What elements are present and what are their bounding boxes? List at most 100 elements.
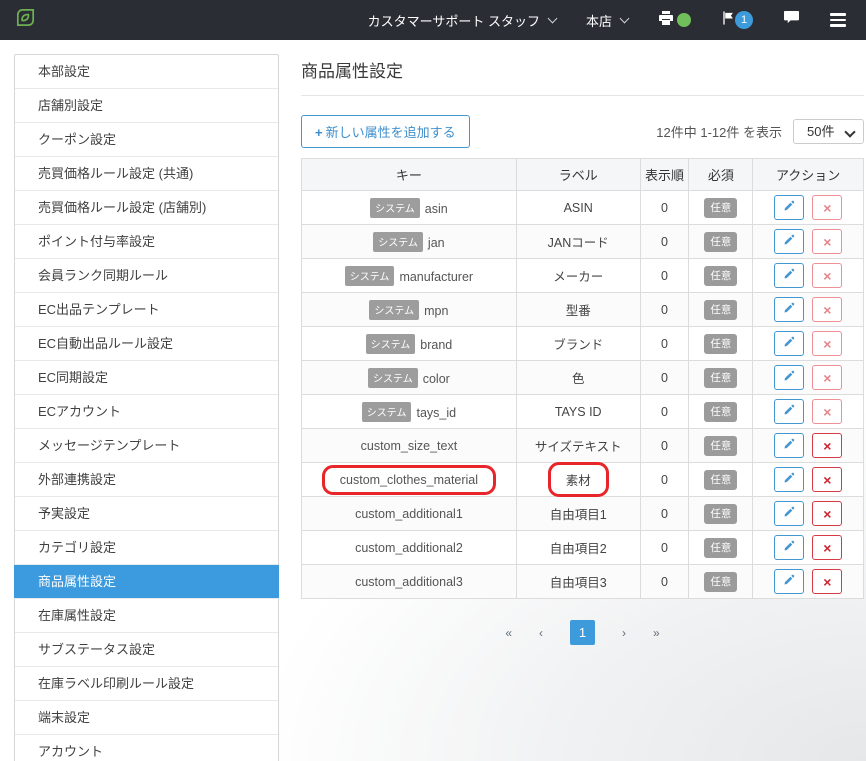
required-badge: 任意 [704, 571, 738, 592]
label-wrap: ブランド [553, 338, 604, 352]
pagination-first[interactable]: « [505, 626, 512, 640]
order-cell: 0 [639, 462, 690, 497]
delete-button[interactable]: × [812, 331, 843, 356]
actions-cell: × [752, 428, 864, 463]
sidebar-item[interactable]: 売買価格ルール設定 (店舗別) [15, 191, 278, 225]
key-cell: custom_additional2 [301, 530, 517, 565]
actions-cell: × [752, 496, 864, 531]
sidebar-item[interactable]: EC同期設定 [15, 361, 278, 395]
delete-button[interactable]: × [812, 229, 843, 254]
key-wrap: custom_additional3 [355, 575, 463, 589]
flag-icon [721, 10, 736, 31]
sidebar-item[interactable]: ポイント付与率設定 [15, 225, 278, 259]
page-title: 商品属性設定 [301, 62, 403, 81]
delete-button[interactable]: × [812, 535, 843, 560]
edit-button[interactable] [773, 297, 804, 322]
sidebar-item[interactable]: 会員ランク同期ルール [15, 259, 278, 293]
sidebar-item[interactable]: 在庫属性設定 [15, 599, 278, 633]
key-text: jan [427, 236, 445, 250]
sidebar-item[interactable]: EC自動出品ルール設定 [15, 327, 278, 361]
hamburger-icon[interactable] [830, 13, 846, 27]
delete-button[interactable]: × [812, 297, 843, 322]
delete-button[interactable]: × [812, 399, 843, 424]
edit-button[interactable] [773, 399, 804, 424]
flag-notifications[interactable]: 1 [721, 10, 753, 31]
key-cell: システム manufacturer [301, 258, 517, 293]
delete-button[interactable]: × [812, 569, 843, 594]
sidebar-item[interactable]: クーポン設定 [15, 123, 278, 157]
sidebar-item[interactable]: 商品属性設定 [14, 565, 279, 599]
toolbar: + 新しい属性を追加する 12件中 1-12件 を表示 50件 [301, 115, 864, 148]
sidebar-item[interactable]: 本部設定 [15, 55, 278, 89]
delete-button[interactable]: × [812, 433, 843, 458]
col-header-order: 表示順 [639, 158, 690, 191]
table-row: システム jan JANコード 0 任意 × [301, 224, 864, 259]
required-cell: 任意 [688, 564, 754, 599]
table-row: custom_size_text サイズテキスト 0 任意 × [301, 428, 864, 463]
sidebar-item[interactable]: 予実設定 [15, 497, 278, 531]
user-menu[interactable]: カスタマーサポート スタッフ [368, 11, 558, 30]
pagination-prev[interactable]: ‹ [539, 626, 543, 640]
key-cell: custom_size_text [301, 428, 517, 463]
system-badge: システム [370, 197, 420, 218]
delete-button[interactable]: × [812, 263, 843, 288]
delete-button[interactable]: × [812, 195, 843, 220]
x-icon: × [823, 301, 832, 318]
sidebar-item[interactable]: 店舗別設定 [15, 89, 278, 123]
edit-button[interactable] [773, 467, 804, 492]
delete-button[interactable]: × [812, 365, 843, 390]
required-badge: 任意 [704, 537, 738, 558]
edit-button[interactable] [773, 365, 804, 390]
print-status[interactable] [658, 10, 691, 31]
edit-button[interactable] [773, 229, 804, 254]
order-cell: 0 [639, 428, 690, 463]
order-cell: 0 [639, 394, 690, 429]
edit-button[interactable] [773, 331, 804, 356]
sidebar-item[interactable]: 外部連携設定 [15, 463, 278, 497]
key-text: mpn [424, 304, 449, 318]
pagination-next[interactable]: › [622, 626, 626, 640]
page-size-select[interactable]: 50件 [793, 119, 864, 144]
pagination-current-page[interactable]: 1 [570, 620, 595, 645]
pagination-last[interactable]: » [653, 626, 660, 640]
pencil-icon [783, 506, 795, 521]
add-attribute-button[interactable]: + 新しい属性を追加する [301, 115, 470, 148]
edit-button[interactable] [773, 195, 804, 220]
sidebar-item[interactable]: 端末設定 [15, 701, 278, 735]
delete-button[interactable]: × [812, 501, 843, 526]
key-text: brand [420, 338, 453, 352]
label-wrap: 自由項目2 [549, 542, 607, 556]
sidebar-item[interactable]: ECアカウント [15, 395, 278, 429]
required-badge: 任意 [704, 401, 738, 422]
table-header-row: キー ラベル 表示順 必須 アクション [301, 158, 864, 191]
chat-icon[interactable] [783, 10, 800, 30]
app-root: カスタマーサポート スタッフ 本店 1 本部設定 店舗別設定 クーポン設定 売買… [0, 0, 866, 761]
edit-button[interactable] [773, 501, 804, 526]
sidebar-item[interactable]: メッセージテンプレート [15, 429, 278, 463]
key-wrap: システム jan [373, 231, 445, 252]
sidebar-item[interactable]: EC出品テンプレート [15, 293, 278, 327]
actions-cell: × [752, 258, 864, 293]
required-badge: 任意 [704, 435, 738, 456]
add-attribute-label: 新しい属性を追加する [325, 125, 456, 140]
col-header-label: ラベル [515, 158, 641, 191]
label-cell: 型番 [515, 292, 641, 327]
result-summary: 12件中 1-12件 を表示 [656, 125, 782, 140]
sidebar-item[interactable]: サブステータス設定 [15, 633, 278, 667]
edit-button[interactable] [773, 433, 804, 458]
label-wrap: 型番 [565, 304, 591, 318]
delete-button[interactable]: × [812, 467, 843, 492]
edit-button[interactable] [773, 263, 804, 288]
edit-button[interactable] [773, 569, 804, 594]
table-row: custom_additional1 自由項目1 0 任意 × [301, 496, 864, 531]
store-menu[interactable]: 本店 [586, 11, 630, 30]
system-badge: システム [373, 231, 423, 252]
key-text: custom_additional2 [355, 540, 463, 555]
sidebar-item[interactable]: カテゴリ設定 [15, 531, 278, 565]
edit-button[interactable] [773, 535, 804, 560]
sidebar-item[interactable]: 売買価格ルール設定 (共通) [15, 157, 278, 191]
sidebar-item[interactable]: 在庫ラベル印刷ルール設定 [15, 667, 278, 701]
content-layout: 本部設定 店舗別設定 クーポン設定 売買価格ルール設定 (共通) 売買価格ルール設定 (… [0, 40, 866, 761]
sidebar-item[interactable]: アカウント [15, 735, 278, 761]
actions-cell: × [752, 462, 864, 497]
